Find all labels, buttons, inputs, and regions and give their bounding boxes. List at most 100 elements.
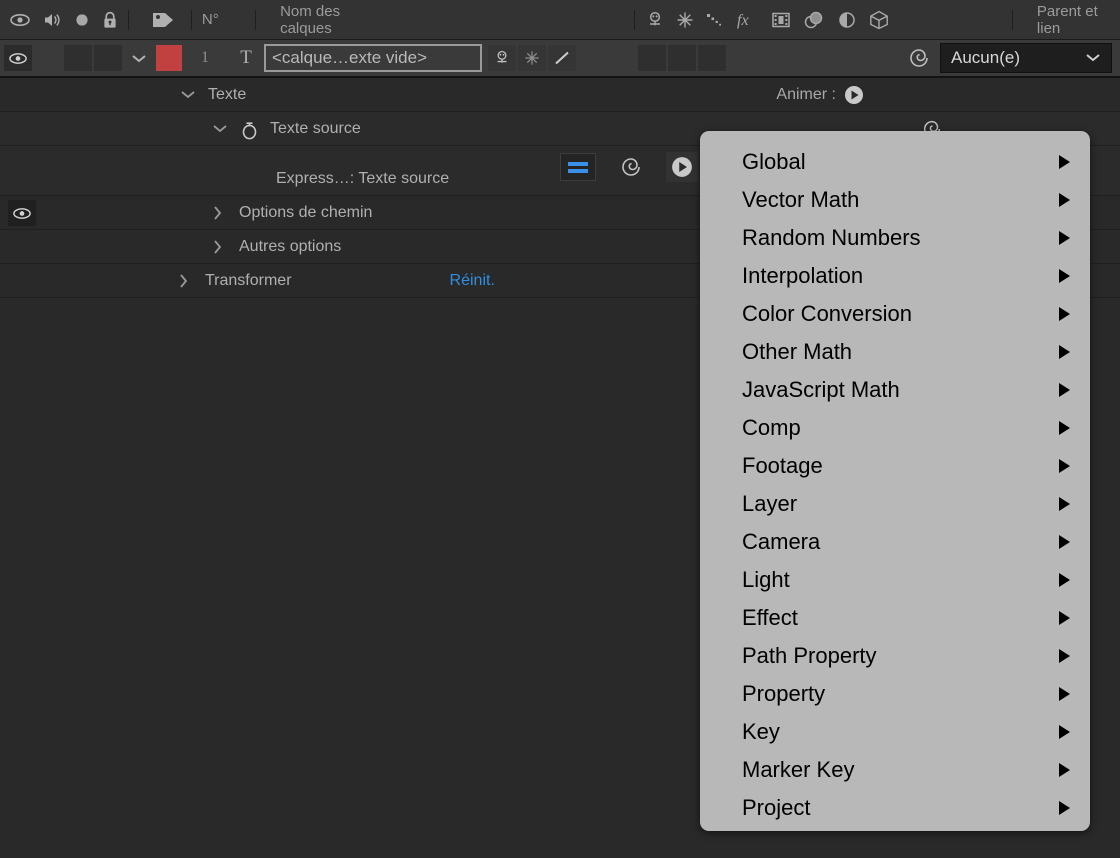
menu-item[interactable]: Vector Math [700, 181, 1090, 219]
submenu-arrow-icon [1059, 421, 1070, 435]
submenu-arrow-icon [1059, 573, 1070, 587]
layer-switch-pad-2[interactable] [608, 45, 636, 71]
collapse-transform-icon[interactable] [676, 11, 694, 29]
frame-blend-icon[interactable] [771, 11, 791, 29]
menu-item[interactable]: JavaScript Math [700, 371, 1090, 409]
header-toggle-icons [0, 11, 118, 29]
texte-twirl-icon[interactable] [180, 89, 196, 100]
column-layername-header[interactable]: Nom des calques [266, 3, 389, 37]
autres-options-twirl-icon[interactable] [212, 239, 223, 255]
layer-expand-chevron[interactable] [122, 52, 156, 64]
submenu-arrow-icon [1059, 763, 1070, 777]
menu-item[interactable]: Other Math [700, 333, 1090, 371]
menu-item[interactable]: Footage [700, 447, 1090, 485]
audio-icon[interactable] [42, 12, 62, 28]
adjustment-layer-icon[interactable] [837, 11, 857, 29]
expression-language-menu-button[interactable] [666, 152, 698, 182]
menu-item[interactable]: Random Numbers [700, 219, 1090, 257]
property-label-texte: Texte [208, 85, 247, 103]
pick-whip-icon[interactable] [906, 46, 932, 70]
property-label-texte-source: Texte source [270, 119, 361, 137]
header-divider-3 [255, 9, 257, 30]
header-divider-5 [1011, 9, 1013, 30]
expression-enable-toggle[interactable] [560, 153, 596, 181]
texte-source-twirl-icon[interactable] [212, 123, 228, 134]
menu-item[interactable]: Comp [700, 409, 1090, 447]
menu-item-label: Path Property [742, 643, 877, 668]
layer-solo-toggle[interactable] [64, 45, 92, 71]
menu-item[interactable]: Property [700, 675, 1090, 713]
menu-item-label: Color Conversion [742, 301, 912, 326]
menu-item[interactable]: Marker Key [700, 751, 1090, 789]
layer-color-swatch[interactable] [156, 45, 182, 71]
menu-item[interactable]: Path Property [700, 637, 1090, 675]
menu-item[interactable]: Key [700, 713, 1090, 751]
transformer-twirl-icon[interactable] [178, 273, 189, 289]
menu-item-label: Property [742, 681, 826, 706]
options-chemin-visibility-toggle[interactable] [8, 200, 36, 226]
layer-quality-switch[interactable] [548, 45, 576, 71]
menu-item-label: Camera [742, 529, 821, 554]
menu-item[interactable]: Project [700, 789, 1090, 827]
expression-field-label[interactable]: Express…: Texte source [276, 170, 449, 188]
menu-item[interactable]: Camera [700, 523, 1090, 561]
menu-item-label: Project [742, 795, 811, 820]
svg-text:fx: fx [737, 12, 749, 29]
menu-item-label: Vector Math [742, 187, 860, 212]
animer-play-icon[interactable] [844, 85, 864, 105]
column-parent-header[interactable]: Parent et lien [1023, 3, 1120, 37]
property-row-texte[interactable]: Texte Animer : [0, 78, 1120, 112]
menu-item-label: Effect [742, 605, 798, 630]
eye-icon[interactable] [10, 13, 30, 27]
property-label-options-chemin: Options de chemin [239, 203, 373, 221]
motion-blur-icon[interactable] [802, 11, 826, 29]
menu-item[interactable]: Color Conversion [700, 295, 1090, 333]
solo-icon[interactable] [74, 12, 90, 28]
expression-pickwhip-icon[interactable] [618, 155, 644, 179]
3d-layer-icon[interactable] [868, 10, 890, 30]
columns-header: N° Nom des calques fx Parent et lien [0, 0, 1120, 40]
options-chemin-twirl-icon[interactable] [212, 205, 223, 221]
layer-switch-pad-5[interactable] [698, 45, 726, 71]
menu-item[interactable]: Effect [700, 599, 1090, 637]
layer-audio-toggle[interactable] [34, 45, 62, 71]
layer-switch-pad-1[interactable] [578, 45, 606, 71]
layer-row[interactable]: 1 T <calque…exte vide> Aucun(e) [0, 40, 1120, 78]
submenu-arrow-icon [1059, 459, 1070, 473]
menu-item-label: Marker Key [742, 757, 855, 782]
stopwatch-icon[interactable] [240, 120, 258, 139]
label-tag-icon[interactable] [151, 11, 175, 29]
layer-shy-switch[interactable] [488, 45, 516, 71]
submenu-arrow-icon [1059, 497, 1070, 511]
menu-item[interactable]: Global [700, 143, 1090, 181]
menu-item[interactable]: Light [700, 561, 1090, 599]
layer-collapse-switch[interactable] [518, 45, 546, 71]
equals-bar-bottom [568, 168, 588, 173]
menu-item[interactable]: Interpolation [700, 257, 1090, 295]
equals-bar-top [568, 161, 588, 166]
header-divider-4 [634, 9, 635, 30]
lock-icon[interactable] [102, 11, 118, 29]
layer-visibility-toggle[interactable] [4, 45, 32, 71]
layer-lock-toggle[interactable] [94, 45, 122, 71]
layer-index: 1 [201, 49, 209, 66]
menu-item-label: Light [742, 567, 790, 592]
submenu-arrow-icon [1059, 535, 1070, 549]
menu-item[interactable]: Layer [700, 485, 1090, 523]
shy-icon[interactable] [645, 11, 665, 29]
submenu-arrow-icon [1059, 193, 1070, 207]
layer-switch-pad-3[interactable] [638, 45, 666, 71]
column-number-header[interactable]: N° [202, 11, 245, 28]
parent-select-value: Aucun(e) [951, 48, 1020, 67]
quality-icon[interactable] [705, 11, 725, 29]
transformer-reset-link[interactable]: Réinit. [450, 272, 495, 290]
submenu-arrow-icon [1059, 231, 1070, 245]
layer-name-field[interactable]: <calque…exte vide> [264, 44, 482, 72]
layer-switches [488, 45, 726, 71]
parent-select[interactable]: Aucun(e) [940, 43, 1112, 73]
layer-switch-pad-4[interactable] [668, 45, 696, 71]
expression-language-menu[interactable]: Global Vector Math Random Numbers Interpola… [700, 131, 1090, 831]
menu-item-label: Interpolation [742, 263, 864, 288]
chevron-down-icon [1085, 53, 1101, 63]
effects-fx-icon[interactable]: fx [736, 11, 760, 29]
